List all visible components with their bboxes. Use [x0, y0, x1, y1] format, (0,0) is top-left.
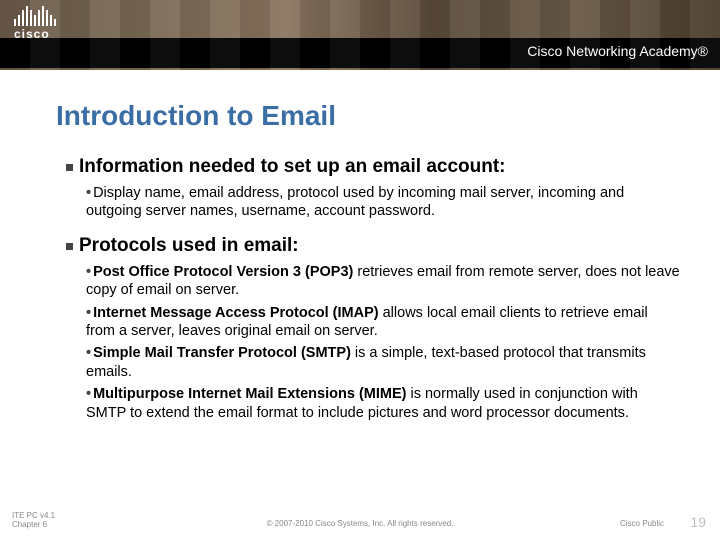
bullet-1-1: •Display name, email address, protocol u… [86, 184, 680, 221]
section-1: Information needed to set up an email ac… [66, 156, 680, 221]
slide-footer: ITE PC v4.1 Chapter 6 © 2007-2010 Cisco … [0, 508, 720, 530]
section-2-heading: Protocols used in email: [66, 235, 680, 257]
cisco-logo-bars-icon [14, 6, 56, 26]
section-2-heading-text: Protocols used in email: [79, 235, 299, 256]
footer-right: Cisco Public [620, 519, 664, 528]
bullet-2-1: •Post Office Protocol Version 3 (POP3) r… [86, 263, 680, 300]
section-1-heading-text: Information needed to set up an email ac… [79, 156, 506, 177]
academy-label: Cisco Networking Academy® [527, 43, 708, 59]
cisco-logo: cisco [14, 6, 56, 41]
bullet-2-4: •Multipurpose Internet Mail Extensions (… [86, 385, 680, 422]
bullet-1-1-text: Display name, email address, protocol us… [86, 185, 624, 219]
slide-number: 19 [690, 514, 706, 530]
section-2-bullets: •Post Office Protocol Version 3 (POP3) r… [86, 263, 680, 422]
header-banner: cisco Cisco Networking Academy® [0, 0, 720, 70]
slide-title: Introduction to Email [56, 100, 680, 132]
section-1-bullets: •Display name, email address, protocol u… [86, 184, 680, 221]
bullet-2-3: •Simple Mail Transfer Protocol (SMTP) is… [86, 344, 680, 381]
bullet-2-1-bold: Post Office Protocol Version 3 (POP3) [93, 264, 353, 280]
section-1-heading: Information needed to set up an email ac… [66, 156, 680, 178]
square-bullet-icon [66, 243, 73, 250]
bullet-2-2-bold: Internet Message Access Protocol (IMAP) [93, 305, 379, 321]
bullet-2-4-bold: Multipurpose Internet Mail Extensions (M… [93, 386, 406, 402]
square-bullet-icon [66, 164, 73, 171]
section-2: Protocols used in email: •Post Office Pr… [66, 235, 680, 422]
bullet-2-3-bold: Simple Mail Transfer Protocol (SMTP) [93, 345, 351, 361]
footer-copyright: © 2007-2010 Cisco Systems, Inc. All righ… [0, 519, 720, 528]
slide-content: Introduction to Email Information needed… [56, 100, 680, 436]
bullet-2-2: •Internet Message Access Protocol (IMAP)… [86, 304, 680, 341]
cisco-logo-text: cisco [14, 27, 56, 41]
